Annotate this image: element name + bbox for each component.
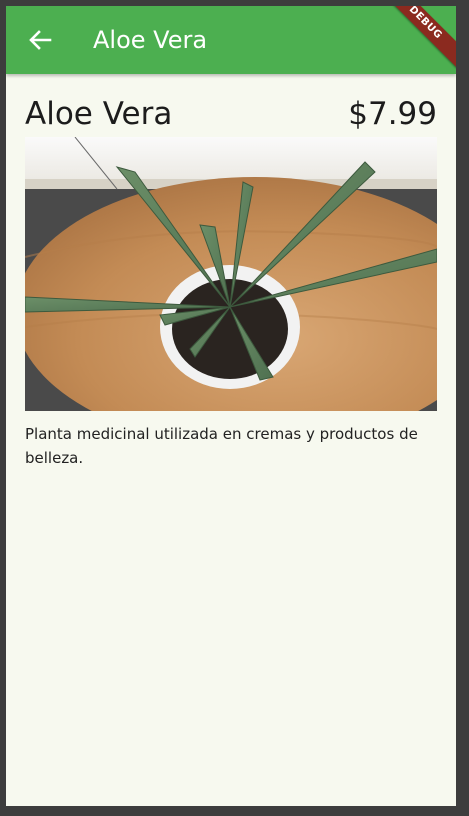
app-screen: Aloe Vera DEBUG Aloe Vera $7.99 Planta m…	[6, 6, 456, 806]
product-description: Planta medicinal utilizada en cremas y p…	[25, 425, 418, 467]
product-image	[25, 137, 437, 411]
app-bar: Aloe Vera	[6, 6, 456, 74]
product-price: $7.99	[348, 96, 437, 132]
product-name: Aloe Vera	[25, 96, 173, 132]
arrow-back-icon	[29, 30, 52, 50]
back-button[interactable]	[24, 24, 56, 56]
app-bar-title: Aloe Vera	[93, 26, 208, 54]
